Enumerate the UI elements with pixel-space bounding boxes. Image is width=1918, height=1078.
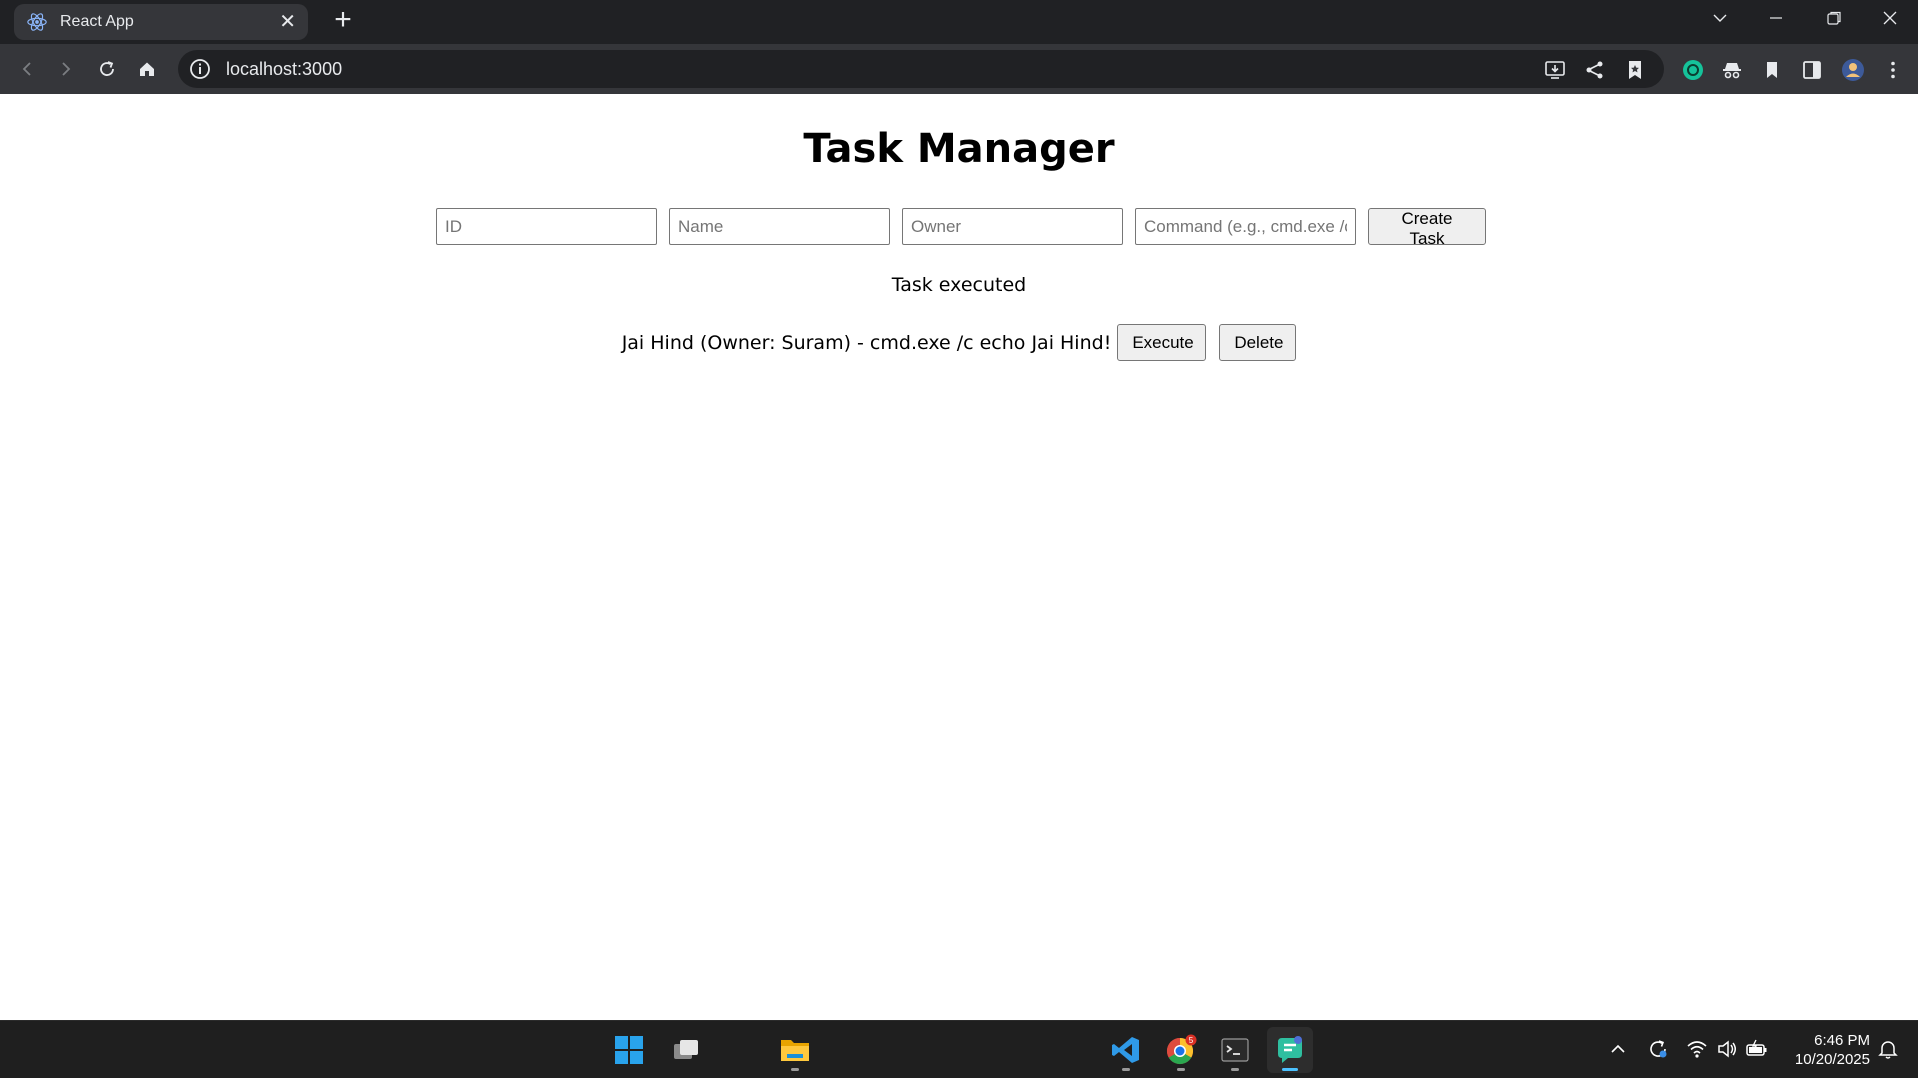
taskbar-running-indicator	[1122, 1068, 1130, 1071]
home-icon[interactable]	[131, 53, 163, 85]
execute-button[interactable]: Execute	[1117, 324, 1207, 361]
sync-icon[interactable]	[1646, 1037, 1670, 1061]
clock-date: 10/20/2025	[1794, 1051, 1870, 1068]
page-content: Task Manager Create Task Task executed J…	[0, 94, 1918, 1020]
profile-icon[interactable]	[1840, 57, 1866, 83]
name-input[interactable]	[669, 208, 890, 245]
minimize-icon[interactable]	[1748, 0, 1804, 36]
close-icon[interactable]: ✕	[279, 12, 296, 32]
task-view-icon[interactable]	[663, 1027, 709, 1073]
react-icon	[27, 13, 47, 31]
plus-icon[interactable]: +	[326, 4, 360, 38]
address-bar[interactable]: localhost:3000	[178, 50, 1664, 88]
sidepanel-icon[interactable]	[1799, 57, 1825, 83]
incognito-icon[interactable]	[1719, 57, 1745, 83]
restore-icon[interactable]	[1806, 0, 1862, 36]
extension-icon[interactable]	[1680, 57, 1706, 83]
page-title: Task Manager	[803, 126, 1115, 172]
taskbar-active-indicator	[1282, 1068, 1298, 1071]
create-task-button[interactable]: Create Task	[1368, 208, 1486, 248]
clock-time: 6:46 PM	[1814, 1032, 1870, 1049]
task-text: Jai Hind (Owner: Suram) - cmd.exe /c ech…	[621, 331, 1112, 354]
browser-toolbar: localhost:3000	[0, 44, 1918, 94]
taskbar-running-indicator	[1177, 1068, 1185, 1071]
taskbar-running-indicator	[1231, 1068, 1239, 1071]
battery-icon[interactable]	[1745, 1037, 1769, 1061]
wifi-icon[interactable]	[1685, 1037, 1709, 1061]
back-icon[interactable]	[11, 53, 43, 85]
file-explorer-icon[interactable]	[772, 1027, 818, 1073]
chevron-up-icon[interactable]	[1606, 1037, 1630, 1061]
command-input[interactable]	[1135, 208, 1356, 245]
delete-button[interactable]: Delete	[1219, 324, 1297, 361]
bookmarks-icon[interactable]	[1759, 57, 1785, 83]
system-clock[interactable]: 6:46 PM 10/20/2025	[1780, 1031, 1870, 1069]
close-window-icon[interactable]	[1862, 0, 1918, 36]
install-icon[interactable]	[1542, 57, 1568, 83]
chevron-down-icon[interactable]	[1692, 0, 1748, 36]
chrome-badge: 5	[1189, 1036, 1194, 1045]
chrome-icon[interactable]: 5	[1158, 1027, 1204, 1073]
bookmark-icon[interactable]	[1622, 57, 1648, 83]
taskbar-running-indicator	[791, 1068, 799, 1071]
url-text[interactable]: localhost:3000	[226, 59, 342, 80]
tab-title: React App	[60, 13, 134, 30]
id-input[interactable]	[436, 208, 657, 245]
terminal-icon[interactable]	[1212, 1027, 1258, 1073]
info-icon[interactable]	[188, 57, 212, 81]
share-icon[interactable]	[1582, 57, 1608, 83]
windows-start-icon[interactable]	[606, 1027, 652, 1073]
browser-tab[interactable]: React App ✕	[14, 4, 308, 40]
task-form: Create Task	[436, 208, 1486, 248]
forward-icon[interactable]	[50, 53, 82, 85]
volume-icon[interactable]	[1715, 1037, 1739, 1061]
owner-input[interactable]	[902, 208, 1123, 245]
menu-icon[interactable]	[1880, 57, 1906, 83]
notification-icon[interactable]	[1876, 1037, 1900, 1061]
task-item: Jai Hind (Owner: Suram) - cmd.exe /c ech…	[0, 324, 1918, 361]
copilot-icon[interactable]	[1267, 1027, 1313, 1073]
browser-tab-bar: React App ✕ +	[0, 0, 1918, 44]
windows-taskbar: 5 6:46 PM 10/20/2025	[0, 1020, 1918, 1078]
reload-icon[interactable]	[91, 53, 123, 85]
status-message: Task executed	[891, 274, 1027, 296]
vscode-icon[interactable]	[1103, 1027, 1149, 1073]
